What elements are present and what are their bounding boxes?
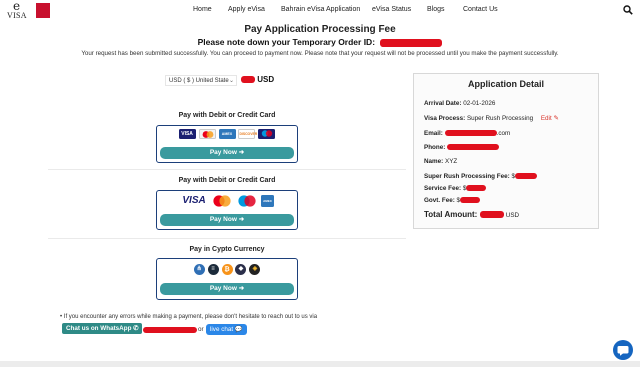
email-redacted	[444, 130, 497, 137]
nav-contact-us[interactable]: Contact Us	[463, 6, 498, 13]
visa-process-row: Visa Process: Super Rush Processing Edit…	[424, 115, 559, 122]
order-id-line: Please note down your Temporary Order ID…	[0, 37, 640, 47]
govt-fee-row: Govt. Fee: $	[424, 197, 481, 204]
fee-label: Super Rush Processing Fee:	[424, 173, 510, 180]
amex-icon: AMEX	[218, 129, 236, 139]
payment-box: VISA AMEX Pay Now ➜	[156, 190, 298, 230]
top-navbar: e VISA Home Apply eVisa Bahrain eVisa Ap…	[0, 0, 640, 22]
email-row: Email: .com	[424, 130, 510, 137]
total-label: Total Amount:	[424, 210, 478, 219]
footer-strip	[0, 361, 640, 367]
or-text: or	[198, 326, 204, 333]
pay-now-button[interactable]: Pay Now ➜	[160, 214, 294, 226]
email-label: Email:	[424, 130, 443, 137]
govt-redacted	[460, 197, 481, 204]
phone-number-redacted	[143, 327, 197, 333]
edit-icon: ✎	[553, 115, 559, 122]
submission-info: Your request has been submitted successf…	[81, 50, 559, 57]
name-row: Name: XYZ	[424, 158, 457, 165]
arrival-value: 02-01-2026	[463, 100, 496, 107]
payment-option-crypto: Pay in Cypto Currency ⋔ ≡ ₿ ◆ ◈ Pay Now …	[48, 240, 406, 306]
order-id-redacted	[380, 38, 443, 47]
edit-label: Edit	[540, 115, 552, 122]
ethereum-icon: ◆	[235, 264, 247, 275]
search-icon[interactable]	[623, 5, 633, 15]
nav-evisa-status[interactable]: eVisa Status	[372, 6, 411, 13]
card-logos: VISA AMEX DISCOVER	[157, 129, 297, 139]
email-suffix: .com	[496, 130, 511, 137]
payment-option-card-2: Pay with Debit or Credit Card VISA AMEX …	[48, 171, 406, 239]
pay-now-button[interactable]: Pay Now ➜	[160, 283, 294, 295]
maestro-icon	[236, 195, 258, 207]
payment-help-text: • If you encounter any errors while maki…	[60, 314, 317, 320]
nav-bahrain-evisa-application[interactable]: Bahrain eVisa Application	[281, 6, 360, 13]
currency-amount: USD	[241, 75, 274, 84]
application-detail-panel: Application Detail Arrival Date: 02-01-2…	[413, 73, 599, 229]
order-id-label: Please note down your Temporary Order ID…	[197, 37, 376, 47]
currency-unit: USD	[257, 75, 275, 84]
crypto-logos: ⋔ ≡ ₿ ◆ ◈	[157, 264, 297, 275]
govt-label: Govt. Fee:	[424, 197, 455, 204]
card-logos: VISA AMEX	[157, 195, 297, 207]
discover-icon: DISCOVER	[238, 129, 257, 139]
chevron-down-icon: ⌄	[228, 78, 234, 84]
total-redacted	[479, 211, 504, 219]
nav-links: Home Apply eVisa Bahrain eVisa Applicati…	[0, 6, 640, 16]
payment-box: VISA AMEX DISCOVER Pay Now ➜	[156, 125, 298, 163]
page-title: Pay Application Processing Fee	[244, 24, 396, 35]
visa-icon: VISA	[182, 195, 206, 206]
live-chat-label: live chat	[210, 326, 234, 333]
total-amount-row: Total Amount: USD	[424, 210, 519, 219]
pay-now-button[interactable]: Pay Now ➜	[160, 147, 294, 159]
arrival-date-row: Arrival Date: 02-01-2026	[424, 100, 495, 107]
process-value: Super Rush Processing	[466, 115, 534, 122]
maestro-icon	[258, 129, 276, 139]
payment-box: ⋔ ≡ ₿ ◆ ◈ Pay Now ➜	[156, 258, 298, 300]
currency-selected-value: USD ( $ ) United State	[169, 77, 229, 84]
nav-blogs[interactable]: Blogs	[427, 6, 445, 13]
service-label: Service Fee:	[424, 185, 462, 192]
nav-home[interactable]: Home	[193, 6, 212, 13]
whatsapp-chat-button[interactable]: Chat us on WhatsApp ✆	[62, 323, 143, 334]
whatsapp-icon: ✆	[133, 325, 139, 332]
visa-icon: VISA	[178, 129, 196, 139]
phone-redacted	[447, 144, 500, 151]
layers-icon: ≡	[207, 264, 219, 275]
share-icon: ⋔	[193, 264, 205, 275]
bitcoin-icon: ₿	[221, 264, 233, 275]
service-redacted	[466, 185, 487, 192]
name-value: XYZ	[445, 158, 458, 165]
payment-heading: Pay in Cypto Currency	[189, 246, 265, 253]
name-label: Name:	[424, 158, 444, 165]
processing-fee-row: Super Rush Processing Fee: $	[424, 173, 537, 180]
live-chat-button[interactable]: live chat 💬	[206, 324, 247, 335]
currency-select[interactable]: USD ( $ ) United State ⌄	[165, 75, 237, 86]
phone-row: Phone:	[424, 144, 500, 151]
detail-title: Application Detail	[467, 79, 544, 89]
mastercard-icon	[211, 195, 233, 207]
edit-process-link[interactable]: Edit ✎	[541, 115, 559, 122]
nav-apply-evisa[interactable]: Apply eVisa	[228, 6, 265, 13]
fee-redacted	[515, 173, 537, 180]
service-fee-row: Service Fee: $	[424, 185, 487, 192]
total-unit: USD	[505, 212, 520, 219]
chat-bubble-icon: 💬	[234, 326, 243, 333]
mastercard-icon	[198, 129, 216, 139]
chat-icon	[617, 346, 629, 356]
phone-label: Phone:	[424, 144, 446, 151]
arrival-label: Arrival Date:	[424, 100, 462, 107]
amount-redacted	[241, 76, 255, 84]
process-label: Visa Process:	[424, 115, 466, 122]
whatsapp-label: Chat us on WhatsApp	[66, 325, 132, 332]
payment-option-card-1: Pay with Debit or Credit Card VISA AMEX …	[48, 106, 406, 170]
help-message: If you encounter any errors while making…	[63, 314, 318, 320]
payment-heading: Pay with Debit or Credit Card	[178, 112, 276, 119]
amex-icon: AMEX	[260, 195, 274, 207]
binance-icon: ◈	[249, 264, 261, 275]
chat-widget-button[interactable]	[613, 340, 633, 360]
payment-heading: Pay with Debit or Credit Card	[178, 177, 276, 184]
